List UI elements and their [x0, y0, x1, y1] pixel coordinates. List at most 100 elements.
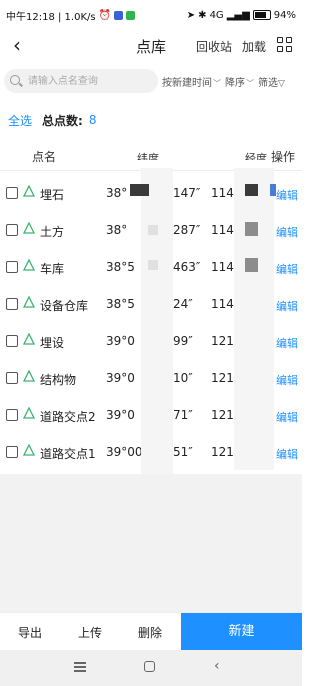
- system-nav-bar: ‹: [0, 650, 302, 686]
- point-lat: 39°00: [106, 445, 143, 459]
- point-name: 结构物: [40, 373, 77, 387]
- edit-button[interactable]: 编辑: [276, 224, 298, 240]
- select-all-button[interactable]: 全选: [8, 112, 32, 129]
- total-count: 8: [88, 113, 97, 127]
- location-icon: ➤: [186, 9, 196, 21]
- row-checkbox[interactable]: [6, 261, 18, 273]
- row-checkbox[interactable]: [6, 446, 18, 458]
- point-lat-seconds: 99″: [173, 334, 193, 348]
- table-header: 点名 纬度 经度 操作: [0, 146, 302, 168]
- bottom-action-bar: 导出 上传 删除 新建: [0, 612, 302, 651]
- point-name: 车库: [40, 262, 65, 276]
- edit-button[interactable]: 编辑: [276, 261, 298, 277]
- search-input[interactable]: [25, 74, 158, 88]
- point-lat: 39°0: [106, 334, 135, 348]
- header-action: 操作: [271, 150, 296, 164]
- point-name: 道路交点1: [40, 447, 96, 461]
- nav-back-icon[interactable]: ‹: [214, 658, 220, 674]
- filter-icon: ▽: [278, 79, 285, 89]
- point-lat: 38°: [106, 186, 128, 200]
- battery-fill: [254, 12, 266, 18]
- alarm-icon: ⏰: [98, 9, 112, 21]
- redaction-mask: [141, 168, 173, 480]
- order-label: 降序: [225, 78, 245, 89]
- redaction-block: [270, 184, 276, 196]
- point-lat: 38°5: [106, 260, 135, 274]
- point-lat-seconds: 463″: [173, 260, 201, 274]
- app-header: ‹ 点库 回收站 加载: [0, 30, 302, 62]
- total-label: 总点数:: [42, 113, 83, 128]
- redaction-block: [148, 225, 158, 235]
- menu-icon[interactable]: [74, 662, 86, 672]
- search-row: 按新建时间﹀ 降序﹀ 筛选▽: [0, 68, 302, 94]
- redaction-block: [148, 260, 158, 270]
- order-dropdown[interactable]: 降序﹀: [225, 74, 254, 89]
- list-empty-area: [0, 474, 302, 612]
- point-lat: 39°0: [106, 408, 135, 422]
- signal-bars-icon: ▂▄▆: [226, 9, 250, 21]
- edit-button[interactable]: 编辑: [276, 372, 298, 388]
- summary-row: 全选 总点数: 8: [8, 112, 298, 128]
- new-button[interactable]: 新建: [181, 613, 302, 651]
- point-name: 土方: [40, 225, 65, 239]
- back-arrow-icon[interactable]: ‹: [6, 34, 28, 56]
- row-checkbox[interactable]: [6, 409, 18, 421]
- point-name: 埋石: [40, 188, 65, 202]
- point-name: 道路交点2: [40, 410, 96, 424]
- header-lat: 纬度: [137, 152, 159, 160]
- row-checkbox[interactable]: [6, 187, 18, 199]
- filter-button[interactable]: 筛选▽: [258, 74, 285, 89]
- point-name: 设备仓库: [40, 299, 89, 313]
- redaction-mask: [234, 168, 274, 470]
- sort-label: 按新建时间: [162, 78, 212, 89]
- sort-dropdown[interactable]: 按新建时间﹀: [162, 74, 221, 89]
- status-right: ➤ ✱ 4G ▂▄▆ 94%: [187, 10, 296, 21]
- app-icon: [114, 10, 124, 20]
- point-lat-seconds: 147″: [173, 186, 201, 200]
- redaction-block: [130, 184, 149, 196]
- export-button[interactable]: 导出: [18, 624, 42, 641]
- point-lat: 38°: [106, 223, 128, 237]
- signal-icon: 4G: [209, 9, 224, 21]
- chevron-down-icon: ﹀: [246, 79, 254, 88]
- filter-bar: 按新建时间﹀ 降序﹀ 筛选▽: [162, 74, 285, 89]
- redaction-block: [245, 258, 258, 272]
- row-checkbox[interactable]: [6, 224, 18, 236]
- point-lat-seconds: 10″: [173, 371, 193, 385]
- edit-button[interactable]: 编辑: [276, 298, 298, 314]
- header-name: 点名: [32, 150, 57, 164]
- home-icon[interactable]: [144, 661, 155, 672]
- point-lat-seconds: 287″: [173, 223, 201, 237]
- row-checkbox[interactable]: [6, 372, 18, 384]
- row-checkbox[interactable]: [6, 298, 18, 310]
- bluetooth-icon: ✱: [198, 9, 207, 21]
- point-lat: 38°5: [106, 297, 135, 311]
- point-name: 埋设: [40, 336, 65, 350]
- point-lat-seconds: 71″: [173, 408, 193, 422]
- point-lat-seconds: 51″: [173, 445, 193, 459]
- load-button[interactable]: 加载: [242, 38, 266, 55]
- upload-button[interactable]: 上传: [78, 624, 102, 641]
- battery-text: 94%: [273, 9, 296, 21]
- redaction-block: [245, 184, 258, 196]
- point-lat-seconds: 24″: [173, 297, 193, 311]
- chevron-down-icon: ﹀: [213, 79, 221, 88]
- status-left: 中午12:18 | 1.0K/s ⏰: [6, 8, 136, 23]
- edit-button[interactable]: 编辑: [276, 335, 298, 351]
- search-icon: [10, 75, 22, 87]
- delete-button[interactable]: 删除: [138, 624, 162, 641]
- row-checkbox[interactable]: [6, 335, 18, 347]
- edit-button[interactable]: 编辑: [276, 187, 298, 203]
- battery-icon: [252, 10, 271, 20]
- wechat-icon: [126, 10, 136, 20]
- point-lat: 39°0: [106, 371, 135, 385]
- edit-button[interactable]: 编辑: [276, 446, 298, 462]
- recycle-bin-button[interactable]: 回收站: [196, 38, 232, 55]
- edit-button[interactable]: 编辑: [276, 409, 298, 425]
- filter-label: 筛选: [258, 78, 278, 89]
- status-bar: 中午12:18 | 1.0K/s ⏰ ➤ ✱ 4G ▂▄▆ 94%: [0, 0, 302, 30]
- grid-icon[interactable]: [277, 37, 293, 53]
- header-lon: 经度: [245, 152, 267, 160]
- status-time: 中午12:18 | 1.0K/s: [6, 11, 96, 23]
- search-box: [4, 69, 158, 93]
